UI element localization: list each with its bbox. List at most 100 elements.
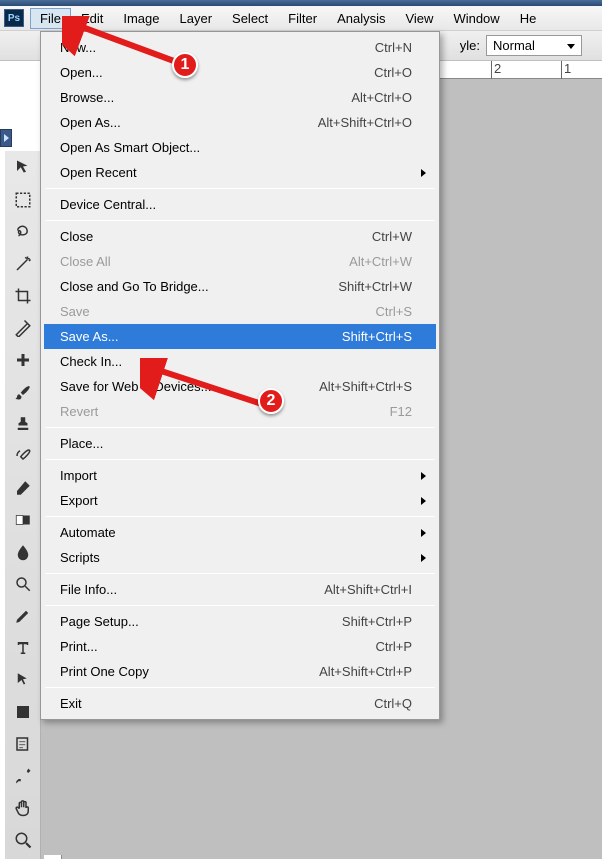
menu-item-export[interactable]: Export <box>44 488 436 513</box>
path-select-tool[interactable] <box>9 667 37 693</box>
eraser-tool[interactable] <box>9 475 37 501</box>
menu-item-print[interactable]: Print...Ctrl+P <box>44 634 436 659</box>
menu-item-close-and-go-to-bridge[interactable]: Close and Go To Bridge...Shift+Ctrl+W <box>44 274 436 299</box>
menu-separator <box>45 427 435 428</box>
menu-item-print-one-copy[interactable]: Print One CopyAlt+Shift+Ctrl+P <box>44 659 436 684</box>
ruler-tick: 1 <box>561 61 571 79</box>
menu-item-label: Place... <box>60 436 412 451</box>
menu-item-page-setup[interactable]: Page Setup...Shift+Ctrl+P <box>44 609 436 634</box>
menu-image[interactable]: Image <box>113 8 169 29</box>
menu-item-label: Exit <box>60 696 374 711</box>
menu-item-close-all: Close AllAlt+Ctrl+W <box>44 249 436 274</box>
chevron-right-icon <box>421 472 426 480</box>
menu-item-save: SaveCtrl+S <box>44 299 436 324</box>
menu-item-shortcut: Ctrl+Q <box>374 696 412 711</box>
crop-tool[interactable] <box>9 283 37 309</box>
menu-item-shortcut: Alt+Shift+Ctrl+S <box>319 379 412 394</box>
gradient-tool[interactable] <box>9 507 37 533</box>
menu-item-save-for-web-devices[interactable]: Save for Web & Devices...Alt+Shift+Ctrl+… <box>44 374 436 399</box>
panel-expand-tab[interactable] <box>0 129 12 147</box>
menu-item-shortcut: Ctrl+O <box>374 65 412 80</box>
marquee-tool[interactable] <box>9 187 37 213</box>
menu-window[interactable]: Window <box>443 8 509 29</box>
menu-separator <box>45 573 435 574</box>
menu-item-label: Print One Copy <box>60 664 319 679</box>
menu-item-label: Import <box>60 468 412 483</box>
brush-tool[interactable] <box>9 379 37 405</box>
menu-item-place[interactable]: Place... <box>44 431 436 456</box>
menu-item-open-as-smart-object[interactable]: Open As Smart Object... <box>44 135 436 160</box>
menu-item-label: Save As... <box>60 329 342 344</box>
ruler-vertical <box>44 855 62 859</box>
history-brush-tool[interactable] <box>9 443 37 469</box>
lasso-tool[interactable] <box>9 219 37 245</box>
menu-item-label: Save <box>60 304 376 319</box>
menu-item-label: Open As... <box>60 115 318 130</box>
shape-tool[interactable] <box>9 699 37 725</box>
menu-separator <box>45 188 435 189</box>
stamp-tool[interactable] <box>9 411 37 437</box>
annotation-badge-1: 1 <box>172 52 198 78</box>
chevron-right-icon <box>421 169 426 177</box>
pen-tool[interactable] <box>9 603 37 629</box>
dodge-tool[interactable] <box>9 571 37 597</box>
menu-item-device-central[interactable]: Device Central... <box>44 192 436 217</box>
wand-tool[interactable] <box>9 251 37 277</box>
menu-item-label: File Info... <box>60 582 324 597</box>
menu-item-shortcut: F12 <box>390 404 412 419</box>
move-tool[interactable] <box>9 155 37 181</box>
menu-item-file-info[interactable]: File Info...Alt+Shift+Ctrl+I <box>44 577 436 602</box>
menu-view[interactable]: View <box>395 8 443 29</box>
annotation-badge-2: 2 <box>258 388 284 414</box>
menu-item-label: Open Recent <box>60 165 412 180</box>
hand-tool[interactable] <box>9 795 37 821</box>
menu-item-shortcut: Ctrl+S <box>376 304 412 319</box>
menu-item-import[interactable]: Import <box>44 463 436 488</box>
style-select[interactable]: Normal <box>486 35 582 56</box>
menu-item-close[interactable]: CloseCtrl+W <box>44 224 436 249</box>
type-tool[interactable] <box>9 635 37 661</box>
menu-file[interactable]: File <box>30 8 71 29</box>
menu-item-open[interactable]: Open...Ctrl+O <box>44 60 436 85</box>
menu-edit[interactable]: Edit <box>71 8 113 29</box>
menu-item-label: Close and Go To Bridge... <box>60 279 338 294</box>
blur-tool[interactable] <box>9 539 37 565</box>
menu-select[interactable]: Select <box>222 8 278 29</box>
menu-separator <box>45 220 435 221</box>
menu-item-save-as[interactable]: Save As...Shift+Ctrl+S <box>44 324 436 349</box>
menu-item-open-as[interactable]: Open As...Alt+Shift+Ctrl+O <box>44 110 436 135</box>
menu-analysis[interactable]: Analysis <box>327 8 395 29</box>
menu-item-new[interactable]: New...Ctrl+N <box>44 35 436 60</box>
slice-tool[interactable] <box>9 315 37 341</box>
menu-item-shortcut: Ctrl+P <box>376 639 412 654</box>
menu-item-shortcut: Ctrl+W <box>372 229 412 244</box>
menu-item-label: Browse... <box>60 90 351 105</box>
app-icon: Ps <box>4 9 24 27</box>
menu-item-label: Device Central... <box>60 197 412 212</box>
menu-item-browse[interactable]: Browse...Alt+Ctrl+O <box>44 85 436 110</box>
style-label: yle: <box>460 38 480 53</box>
menu-item-label: Print... <box>60 639 376 654</box>
menu-item-open-recent[interactable]: Open Recent <box>44 160 436 185</box>
menu-item-automate[interactable]: Automate <box>44 520 436 545</box>
menu-separator <box>45 516 435 517</box>
menu-item-label: Open... <box>60 65 374 80</box>
notes-tool[interactable] <box>9 731 37 757</box>
ruler-tick: 2 <box>491 61 501 79</box>
menu-item-scripts[interactable]: Scripts <box>44 545 436 570</box>
zoom-tool[interactable] <box>9 827 37 853</box>
menu-item-shortcut: Shift+Ctrl+P <box>342 614 412 629</box>
menu-he[interactable]: He <box>510 8 547 29</box>
chevron-right-icon <box>421 497 426 505</box>
menu-item-shortcut: Alt+Shift+Ctrl+O <box>318 115 412 130</box>
menu-item-revert: RevertF12 <box>44 399 436 424</box>
chevron-right-icon <box>421 554 426 562</box>
menu-item-label: Page Setup... <box>60 614 342 629</box>
menu-item-exit[interactable]: ExitCtrl+Q <box>44 691 436 716</box>
eyedropper-tool[interactable] <box>9 763 37 789</box>
menu-item-check-in[interactable]: Check In... <box>44 349 436 374</box>
menu-filter[interactable]: Filter <box>278 8 327 29</box>
menu-layer[interactable]: Layer <box>170 8 223 29</box>
healing-tool[interactable] <box>9 347 37 373</box>
menubar: Ps FileEditImageLayerSelectFilterAnalysi… <box>0 6 602 31</box>
